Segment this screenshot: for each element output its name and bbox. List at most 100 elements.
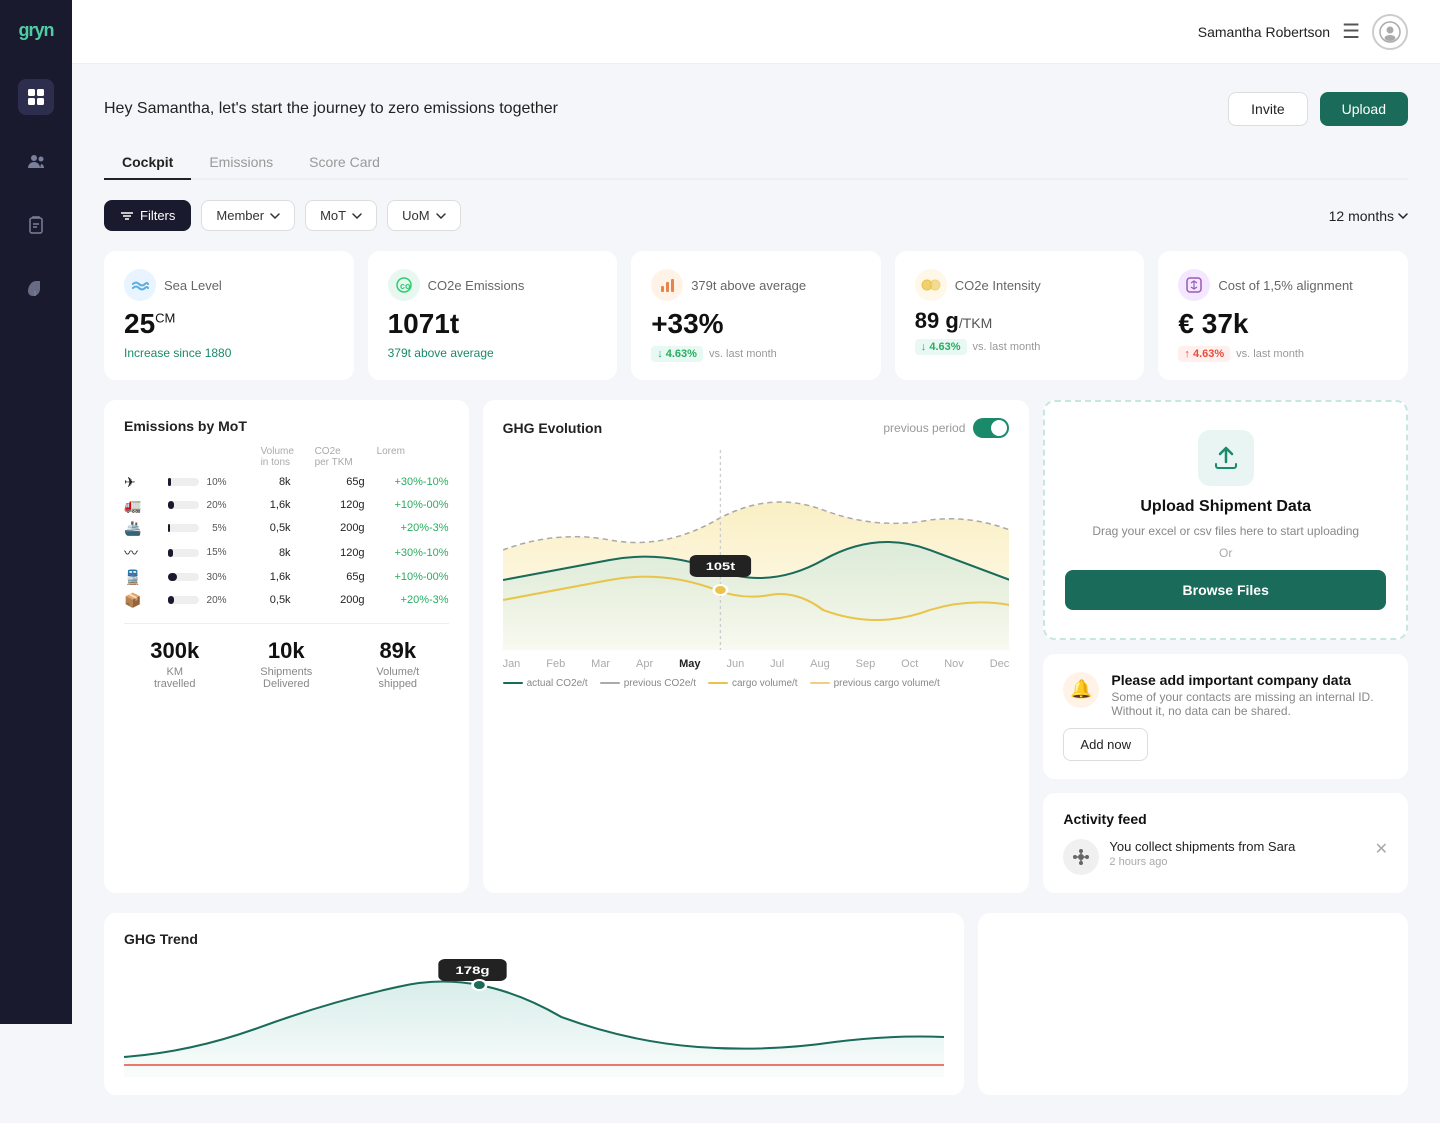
upload-card: Upload Shipment Data Drag your excel or … [1043,400,1408,640]
alert-content: Please add important company data Some o… [1111,672,1388,718]
cost-icon [1178,269,1210,301]
bell-icon: 🔔 [1063,672,1099,708]
upload-icon [1198,430,1254,486]
mot-stats: 300k KMtravelled 10k ShipmentsDelivered … [124,623,449,690]
upload-title: Upload Shipment Data [1065,498,1386,516]
mot-icon: ✈ [124,474,164,491]
kpi-header: co CO2e Emissions [388,269,598,301]
right-panel: Upload Shipment Data Drag your excel or … [1043,400,1408,893]
middle-row: Emissions by MoT Volumein tons CO2eper T… [104,400,1408,893]
activity-icon [1063,839,1099,875]
upload-desc: Drag your excel or csv files here to sta… [1065,524,1386,538]
mot-filter[interactable]: MoT [305,200,377,231]
kpi-cost-alignment: Cost of 1,5% alignment € 37k ↑ 4.63% vs.… [1158,251,1408,380]
badge-up: ↑ 4.63% [1178,346,1230,362]
ghg-header: GHG Evolution previous period [503,418,1010,438]
close-icon[interactable]: ✕ [1375,839,1388,859]
kpi-label: CO2e Emissions [428,278,525,293]
legend-previous: previous CO2e/t [600,678,696,689]
legend-actual: actual CO2e/t [503,678,588,689]
kpi-badge-row: ↓ 4.63% vs. last month [915,339,1125,355]
activity-text: You collect shipments from Sara [1109,839,1295,854]
menu-icon[interactable]: ☰ [1342,19,1360,44]
intensity-icon [915,269,947,301]
filters-left: Filters Member MoT UoM [104,200,461,231]
filters-button[interactable]: Filters [104,200,191,231]
page-greeting: Hey Samantha, let's start the journey to… [104,100,558,118]
period-toggle[interactable] [973,418,1009,438]
filters-row: Filters Member MoT UoM 12 months [104,200,1408,231]
sea-level-icon [124,269,156,301]
kpi-row: Sea Level 25CM Increase since 1880 co CO… [104,251,1408,380]
main-content: Hey Samantha, let's start the journey to… [72,64,1440,1123]
kpi-label: Sea Level [164,278,222,293]
activity-time: 2 hours ago [1109,856,1295,868]
header-actions: Invite Upload [1228,92,1408,126]
tab-emissions[interactable]: Emissions [191,146,291,180]
table-row: 〰 15% 8k 120g +30%-10% [124,543,449,563]
col-lorem: Lorem [377,446,449,468]
sidebar-item-clipboard[interactable] [18,207,54,243]
username: Samantha Robertson [1198,24,1330,40]
sidebar-item-users[interactable] [18,143,54,179]
mot-icon: 🚆 [124,569,164,586]
vs-text: vs. last month [709,348,777,360]
kpi-header: CO2e Intensity [915,269,1125,301]
col-volume: Volumein tons [261,446,311,468]
trend-card: GHG Trend [104,913,964,1095]
sidebar-item-leaf[interactable] [18,271,54,307]
kpi-co2-intensity: CO2e Intensity 89 g/TKM ↓ 4.63% vs. last… [895,251,1145,380]
user-info: Samantha Robertson ☰ [1198,14,1408,50]
col-co2: CO2eper TKM [315,446,373,468]
list-item: You collect shipments from Sara 2 hours … [1063,839,1388,875]
trend-chart: 178g [124,957,944,1077]
svg-text:co: co [400,281,411,291]
kpi-header: 379t above average [651,269,861,301]
kpi-sub[interactable]: Increase since 1880 [124,346,334,360]
ghg-svg: 105t [503,450,1010,650]
browse-files-button[interactable]: Browse Files [1065,570,1386,610]
ghg-months: Jan Feb Mar Apr May Jun Jul Aug Sep Oct … [503,658,1010,670]
legend-cargo: cargo volume/t [708,678,798,689]
svg-text:105t: 105t [705,560,735,573]
avatar[interactable] [1372,14,1408,50]
ghg-chart: 105t [503,450,1010,650]
member-filter[interactable]: Member [201,200,295,231]
ghg-legend: actual CO2e/t previous CO2e/t cargo volu… [503,678,1010,689]
add-now-button[interactable]: Add now [1063,728,1148,761]
tabs: Cockpit Emissions Score Card [104,146,1408,180]
invite-button[interactable]: Invite [1228,92,1307,126]
upload-button[interactable]: Upload [1320,92,1408,126]
kpi-badge-row: ↑ 4.63% vs. last month [1178,346,1388,362]
kpi-sub: 379t above average [388,346,598,360]
kpi-label: Cost of 1,5% alignment [1218,278,1352,293]
mot-lorem: +30%-10% [369,476,449,488]
activity-detail: You collect shipments from Sara 2 hours … [1109,839,1295,868]
stat-km: 300k KMtravelled [124,638,226,690]
network-icon [1071,847,1091,867]
kpi-badge-row: ↓ 4.63% vs. last month [651,346,861,362]
topnav: Samantha Robertson ☰ [72,0,1440,64]
bottom-row: GHG Trend [104,913,1408,1095]
chevron-down-icon [1398,213,1408,219]
vs-text: vs. last month [973,341,1041,353]
alert-row: 🔔 Please add important company data Some… [1063,672,1388,718]
kpi-sea-level: Sea Level 25CM Increase since 1880 [104,251,354,380]
kpi-value: +33% [651,309,861,340]
upload-svg-icon [1212,444,1240,472]
months-selector[interactable]: 12 months [1329,208,1408,224]
kpi-header: Sea Level [124,269,334,301]
tab-cockpit[interactable]: Cockpit [104,146,191,180]
toggle-label: previous period [883,421,965,435]
toggle-knob [991,420,1007,436]
sidebar-item-dashboard[interactable] [18,79,54,115]
legend-prev-cargo: previous cargo volume/t [810,678,940,689]
chevron-down-icon [270,213,280,219]
tab-scorecard[interactable]: Score Card [291,146,398,180]
trend-svg: 178g [124,957,944,1077]
avg-icon [651,269,683,301]
uom-filter[interactable]: UoM [387,200,460,231]
alert-desc: Some of your contacts are missing an int… [1111,690,1388,718]
kpi-value: 1071t [388,309,598,340]
page-header: Hey Samantha, let's start the journey to… [104,92,1408,126]
